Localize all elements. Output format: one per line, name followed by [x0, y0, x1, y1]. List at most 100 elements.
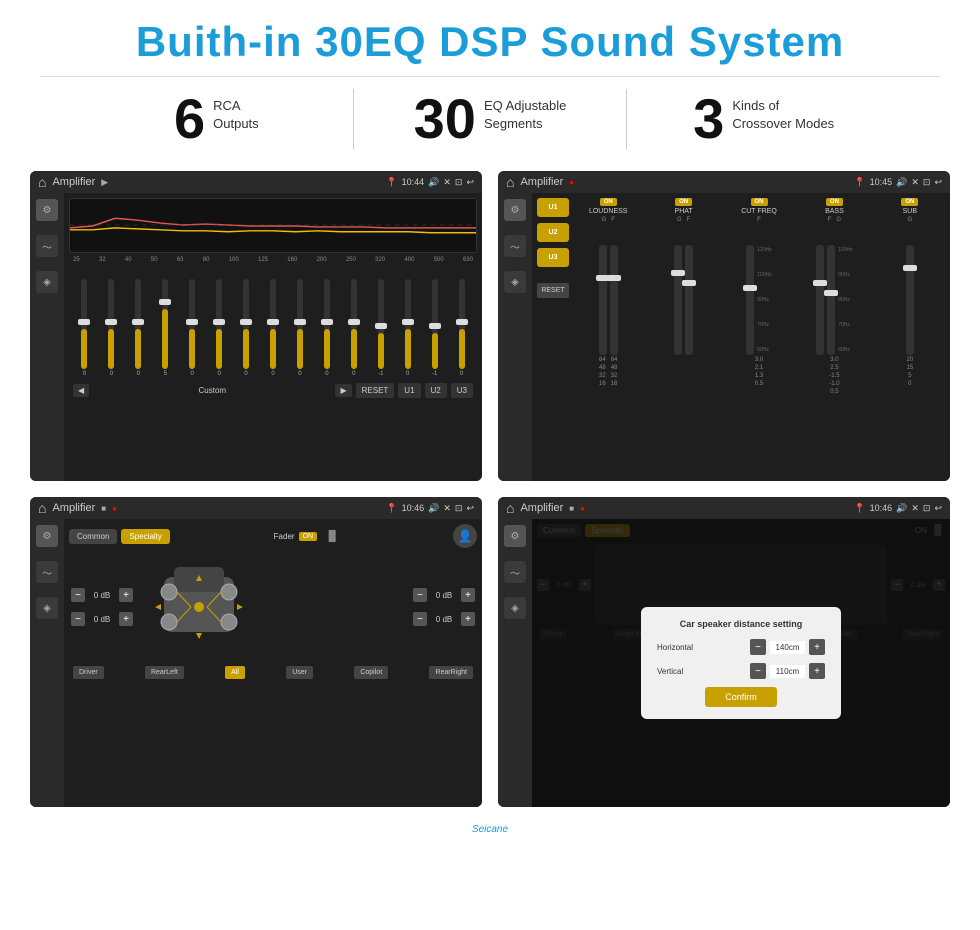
slider-13[interactable]: 0: [396, 279, 419, 377]
bass-slider-1[interactable]: [816, 245, 824, 355]
db-minus-tr[interactable]: −: [413, 588, 427, 602]
back-icon-4[interactable]: ↩: [934, 503, 942, 514]
sidebar-wave-icon-4[interactable]: 〜: [504, 561, 526, 583]
eq-reset-btn[interactable]: RESET: [356, 383, 395, 398]
dot-icon-3: ●: [112, 504, 117, 513]
rearright-btn[interactable]: RearRight: [429, 666, 473, 679]
db-plus-tl[interactable]: +: [119, 588, 133, 602]
slider-1[interactable]: 0: [73, 279, 96, 377]
db-plus-bl[interactable]: +: [119, 612, 133, 626]
amp-u1-btn[interactable]: U1: [537, 198, 569, 217]
slider-8[interactable]: 0: [262, 279, 285, 377]
close-icon-1[interactable]: ✕: [443, 177, 451, 188]
dialog-horizontal-plus[interactable]: +: [809, 639, 825, 655]
sidebar-speaker-icon-3[interactable]: ◈: [36, 597, 58, 619]
sidebar-eq-icon-3[interactable]: ⚙: [36, 525, 58, 547]
screen4-title: Amplifier: [520, 502, 563, 514]
sidebar-speaker-icon-2[interactable]: ◈: [504, 271, 526, 293]
driver-btn[interactable]: Driver: [73, 666, 104, 679]
phat-slider-2[interactable]: [685, 245, 693, 355]
rearleft-btn[interactable]: RearLeft: [145, 666, 184, 679]
window-icon-3[interactable]: ⊡: [455, 503, 463, 514]
loudness-on[interactable]: ON: [600, 198, 617, 206]
phat-on[interactable]: ON: [675, 198, 692, 206]
sidebar-wave-icon[interactable]: 〜: [36, 235, 58, 257]
sub-slider-1[interactable]: [906, 245, 914, 355]
loudness-slider-1[interactable]: [599, 245, 607, 355]
sub-on[interactable]: ON: [901, 198, 918, 206]
db-plus-tr[interactable]: +: [461, 588, 475, 602]
sidebar-eq-icon[interactable]: ⚙: [36, 199, 58, 221]
user-btn[interactable]: User: [286, 666, 313, 679]
back-icon-3[interactable]: ↩: [466, 503, 474, 514]
speaker-icon-4: 🔊: [896, 503, 907, 514]
confirm-button[interactable]: Confirm: [705, 687, 777, 707]
slider-2[interactable]: 0: [100, 279, 123, 377]
eq-u1-btn[interactable]: U1: [398, 383, 420, 398]
tab-common-3[interactable]: Common: [69, 529, 117, 544]
back-icon-1[interactable]: ↩: [466, 177, 474, 188]
eq-u3-btn[interactable]: U3: [451, 383, 473, 398]
back-icon-2[interactable]: ↩: [934, 177, 942, 188]
slider-6[interactable]: 0: [208, 279, 231, 377]
dot-icon-4: ●: [580, 504, 585, 513]
slider-14[interactable]: -1: [423, 279, 446, 377]
close-icon-2[interactable]: ✕: [911, 177, 919, 188]
close-icon-4[interactable]: ✕: [911, 503, 919, 514]
cutfreq-slider-1[interactable]: [746, 245, 754, 355]
home-icon-4[interactable]: ⌂: [506, 500, 514, 516]
eq-chart: [69, 198, 477, 253]
eq-next-btn[interactable]: ▶: [335, 384, 351, 397]
slider-5[interactable]: 0: [181, 279, 204, 377]
slider-11[interactable]: 0: [342, 279, 365, 377]
fader-on-3[interactable]: ON: [299, 532, 318, 541]
amp-u-buttons: U1 U2 U3 RESET: [537, 198, 569, 395]
slider-7[interactable]: 0: [235, 279, 258, 377]
eq-u2-btn[interactable]: U2: [425, 383, 447, 398]
window-icon-2[interactable]: ⊡: [923, 177, 931, 188]
db-plus-br[interactable]: +: [461, 612, 475, 626]
loudness-slider-2[interactable]: [610, 245, 618, 355]
dialog-vertical-minus[interactable]: −: [750, 663, 766, 679]
slider-10[interactable]: 0: [315, 279, 338, 377]
home-icon-2[interactable]: ⌂: [506, 174, 514, 190]
sidebar-speaker-icon[interactable]: ◈: [36, 271, 58, 293]
left-sidebar-1: ⚙ 〜 ◈: [30, 193, 64, 481]
speaker-icon-3: 🔊: [428, 503, 439, 514]
slider-4[interactable]: 5: [154, 279, 177, 377]
dialog-horizontal-minus[interactable]: −: [750, 639, 766, 655]
amp-u2-btn[interactable]: U2: [537, 223, 569, 242]
db-minus-tl[interactable]: −: [71, 588, 85, 602]
phat-slider-1[interactable]: [674, 245, 682, 355]
amp-u3-btn[interactable]: U3: [537, 248, 569, 267]
slider-12[interactable]: -1: [369, 279, 392, 377]
cutfreq-label: CUT FREQ: [741, 208, 777, 215]
dialog-horizontal-row: Horizontal − 140cm +: [657, 639, 825, 655]
dialog-vertical-plus[interactable]: +: [809, 663, 825, 679]
user-icon-3[interactable]: 👤: [453, 524, 477, 548]
sidebar-eq-icon-4[interactable]: ⚙: [504, 525, 526, 547]
home-icon-3[interactable]: ⌂: [38, 500, 46, 516]
slider-3[interactable]: 0: [127, 279, 150, 377]
cutfreq-on[interactable]: ON: [751, 198, 768, 206]
sidebar-wave-icon-2[interactable]: 〜: [504, 235, 526, 257]
window-icon-4[interactable]: ⊡: [923, 503, 931, 514]
tab-specialty-3[interactable]: Specialty: [121, 529, 169, 544]
sidebar-wave-icon-3[interactable]: 〜: [36, 561, 58, 583]
db-minus-br[interactable]: −: [413, 612, 427, 626]
all-btn[interactable]: All: [225, 666, 245, 679]
bass-slider-2[interactable]: [827, 245, 835, 355]
sidebar-eq-icon-2[interactable]: ⚙: [504, 199, 526, 221]
slider-15[interactable]: 0: [450, 279, 473, 377]
sidebar-speaker-icon-4[interactable]: ◈: [504, 597, 526, 619]
copilot-btn[interactable]: Copilot: [354, 666, 388, 679]
bass-on[interactable]: ON: [826, 198, 843, 206]
home-icon-1[interactable]: ⌂: [38, 174, 46, 190]
db-val-br: 0 dB: [430, 615, 458, 624]
eq-prev-btn[interactable]: ◀: [73, 384, 89, 397]
close-icon-3[interactable]: ✕: [443, 503, 451, 514]
window-icon-1[interactable]: ⊡: [455, 177, 463, 188]
slider-9[interactable]: 0: [289, 279, 312, 377]
db-minus-bl[interactable]: −: [71, 612, 85, 626]
amp-reset-btn[interactable]: RESET: [537, 283, 569, 298]
